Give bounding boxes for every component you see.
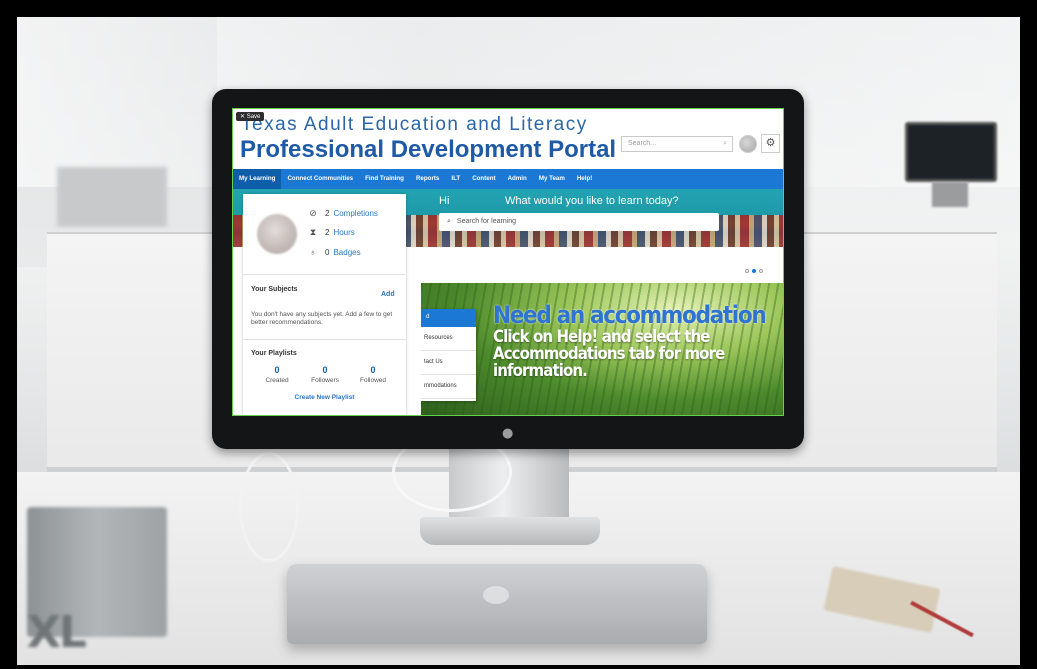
hours-icon: ⧗ [309,227,317,237]
playlist-followers: 0 Followers [305,365,345,384]
hours-value: 2 [325,228,330,237]
carousel-dot[interactable] [759,269,763,273]
nav-find-training[interactable]: Find Training [359,169,410,189]
badges-icon: ♁ [309,247,317,257]
promo-body-line3: information. [493,361,588,381]
playlist-created-label: Created [265,377,289,384]
monitor-stand-base [420,517,600,545]
background-monitor-right [905,122,997,182]
badges-label: Badges [333,247,361,257]
divider [243,339,406,340]
profile-card: ⊘ 2 Completions ⧗ 2 Hours ♁ 0 Badges You… [243,194,406,415]
hours-label: Hours [333,228,355,237]
carousel-dot[interactable] [745,269,749,273]
nav-my-learning[interactable]: My Learning [233,169,282,189]
stat-badges[interactable]: ♁ 0 Badges [307,247,361,257]
create-playlist-link[interactable]: Create New Playlist [243,394,406,401]
background-monitor-stand [932,182,968,207]
completions-value: 2 [325,209,330,218]
save-label: Save [246,114,261,120]
banner-prompt: What would you like to learn today? [505,195,679,207]
portal-search-placeholder: Search... [628,140,657,147]
help-menu-item-resources: Resources [421,327,476,351]
learning-search-input[interactable]: ⌕ Search for learning [439,213,719,231]
cable-left [239,452,299,562]
laptop-logo [483,586,509,604]
stat-completions[interactable]: ⊘ 2 Completions [307,208,378,219]
photo-scene: XL Texas Adult Education and Literacy ✕ … [17,17,1020,665]
playlist-followers-value: 0 [322,365,328,375]
portal-header: Texas Adult Education and Literacy ✕ Sav… [233,109,783,167]
carousel-dot-active[interactable] [752,269,756,273]
search-icon[interactable]: ⌕ [723,140,727,148]
laptop [287,564,707,644]
help-menu-overlay: d Resources tact Us mmodations [421,309,476,401]
playlist-followed: 0 Followed [353,365,393,384]
playlist-followed-label: Followed [359,377,386,384]
portal-screen: Texas Adult Education and Literacy ✕ Sav… [232,108,784,416]
subjects-empty-text: You don't have any subjects yet. Add a f… [251,311,393,327]
user-avatar[interactable] [739,135,757,153]
nav-ilt[interactable]: ILT [445,169,466,189]
portal-title-line2: Professional Development Portal [240,136,617,163]
carousel-dots [745,269,763,273]
playlist-followed-value: 0 [370,365,376,375]
save-button[interactable]: ✕ Save [236,112,265,121]
nav-reports[interactable]: Reports [410,169,445,189]
banner-greeting: Hi [439,195,450,207]
nav-my-team[interactable]: My Team [533,169,571,189]
nav-admin[interactable]: Admin [502,169,533,189]
playlist-followers-label: Followers [311,377,339,384]
nav-connect-communities[interactable]: Connect Communities [281,169,359,189]
subjects-title: Your Subjects [251,286,298,293]
nav-content[interactable]: Content [466,169,501,189]
search-icon: ⌕ [447,218,451,225]
completions-label: Completions [333,209,378,218]
accommodation-promo[interactable]: d Resources tact Us mmodations Need an a… [421,283,783,415]
nav-help[interactable]: Help! [571,169,598,189]
badges-value: 0 [325,247,330,257]
gear-icon[interactable]: ⚙ [761,134,780,153]
help-menu-item-accommodations: mmodations [421,375,476,399]
completions-icon: ⊘ [309,208,317,218]
playlists-title: Your Playlists [251,350,297,357]
promo-body: Click on Help! and select the Accommodat… [493,329,725,381]
monitor: Texas Adult Education and Literacy ✕ Sav… [212,89,804,449]
playlist-created-value: 0 [274,365,280,375]
book-spine-text: XL [27,607,87,658]
playlist-created: 0 Created [257,365,297,384]
learning-search-placeholder: Search for learning [456,218,517,225]
portal-title-line1: Texas Adult Education and Literacy [241,114,588,135]
portal-search-input[interactable]: Search... ⌕ [621,136,733,152]
main-nav: My Learning Connect Communities Find Tra… [233,169,783,189]
help-menu-header: d [421,309,476,327]
stat-hours[interactable]: ⧗ 2 Hours [307,227,355,238]
divider [243,274,406,275]
subjects-add-button[interactable]: Add [381,291,395,298]
profile-photo [257,214,297,254]
promo-headline: Need an accommodation [493,301,767,329]
background-screen-left [57,167,167,227]
help-menu-item-contact: tact Us [421,351,476,375]
apple-logo-icon: ● [502,426,514,441]
